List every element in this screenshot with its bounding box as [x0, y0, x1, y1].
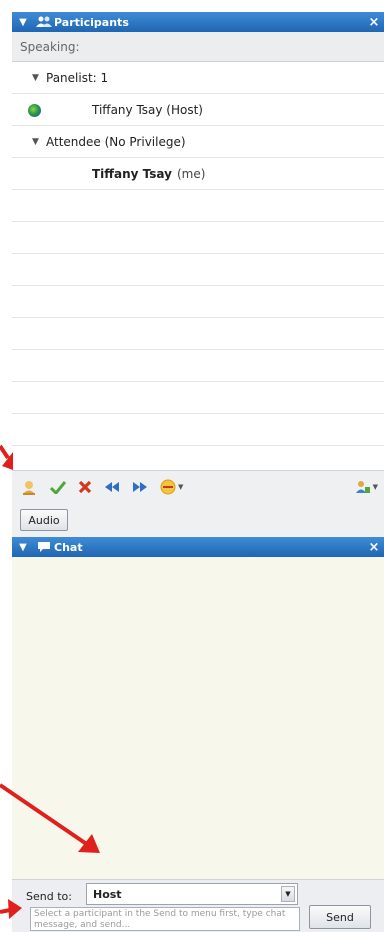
expand-triangle-icon[interactable]: ▼ — [32, 73, 46, 83]
raise-hand-icon[interactable] — [20, 476, 38, 498]
speaking-bar: Speaking: — [12, 32, 384, 62]
participant-name: Tiffany Tsay — [92, 167, 172, 181]
chat-bubble-icon — [34, 541, 54, 553]
chat-title: Chat — [54, 540, 83, 554]
close-icon[interactable]: × — [364, 15, 384, 30]
audio-button[interactable]: Audio — [20, 509, 68, 531]
collapse-triangle-icon[interactable]: ▼ — [12, 17, 34, 28]
cross-icon[interactable] — [78, 476, 92, 498]
globe-status-icon — [28, 104, 41, 117]
emoticon-icon[interactable]: ▼ — [160, 476, 183, 498]
send-to-label: Send to: — [26, 890, 72, 903]
check-icon[interactable] — [50, 476, 66, 498]
participants-icon — [34, 16, 54, 28]
rewind-icon[interactable] — [104, 476, 120, 498]
collapse-triangle-icon[interactable]: ▼ — [12, 542, 34, 553]
participants-toolbar: ▼ ▼ — [12, 470, 384, 503]
send-to-dropdown[interactable]: Host ▼ — [86, 883, 298, 905]
group-label: Panelist: 1 — [46, 71, 109, 85]
participants-panel-header[interactable]: ▼ Participants × — [12, 12, 384, 32]
participant-list: ▼ Panelist: 1 Tiffany Tsay (Host) ▼ Atte… — [12, 62, 384, 470]
send-to-value: Host — [93, 887, 122, 901]
expand-triangle-icon[interactable]: ▼ — [32, 137, 46, 147]
group-label: Attendee (No Privilege) — [46, 135, 186, 149]
participants-title: Participants — [54, 15, 129, 29]
chat-message-area — [12, 557, 384, 879]
close-icon[interactable]: × — [364, 540, 384, 555]
list-item[interactable]: Tiffany Tsay (Host) — [12, 94, 384, 126]
chat-message-input[interactable]: Select a participant in the Send to menu… — [30, 907, 300, 931]
chevron-down-icon[interactable]: ▼ — [281, 886, 295, 902]
fast-forward-icon[interactable] — [132, 476, 148, 498]
send-button[interactable]: Send — [309, 905, 371, 929]
audio-row: Audio — [12, 503, 384, 537]
participant-name: Tiffany Tsay (Host) — [92, 103, 203, 117]
assign-privileges-icon[interactable]: ▼ — [355, 476, 378, 498]
list-item[interactable]: ▼ Attendee (No Privilege) — [12, 126, 384, 158]
participant-suffix: (me) — [176, 167, 206, 181]
list-item[interactable]: Tiffany Tsay (me) — [12, 158, 384, 190]
list-item[interactable]: ▼ Panelist: 1 — [12, 62, 384, 94]
chat-send-row: Send to: Host ▼ Select a participant in … — [12, 879, 384, 932]
chat-panel-header[interactable]: ▼ Chat × — [12, 537, 384, 557]
